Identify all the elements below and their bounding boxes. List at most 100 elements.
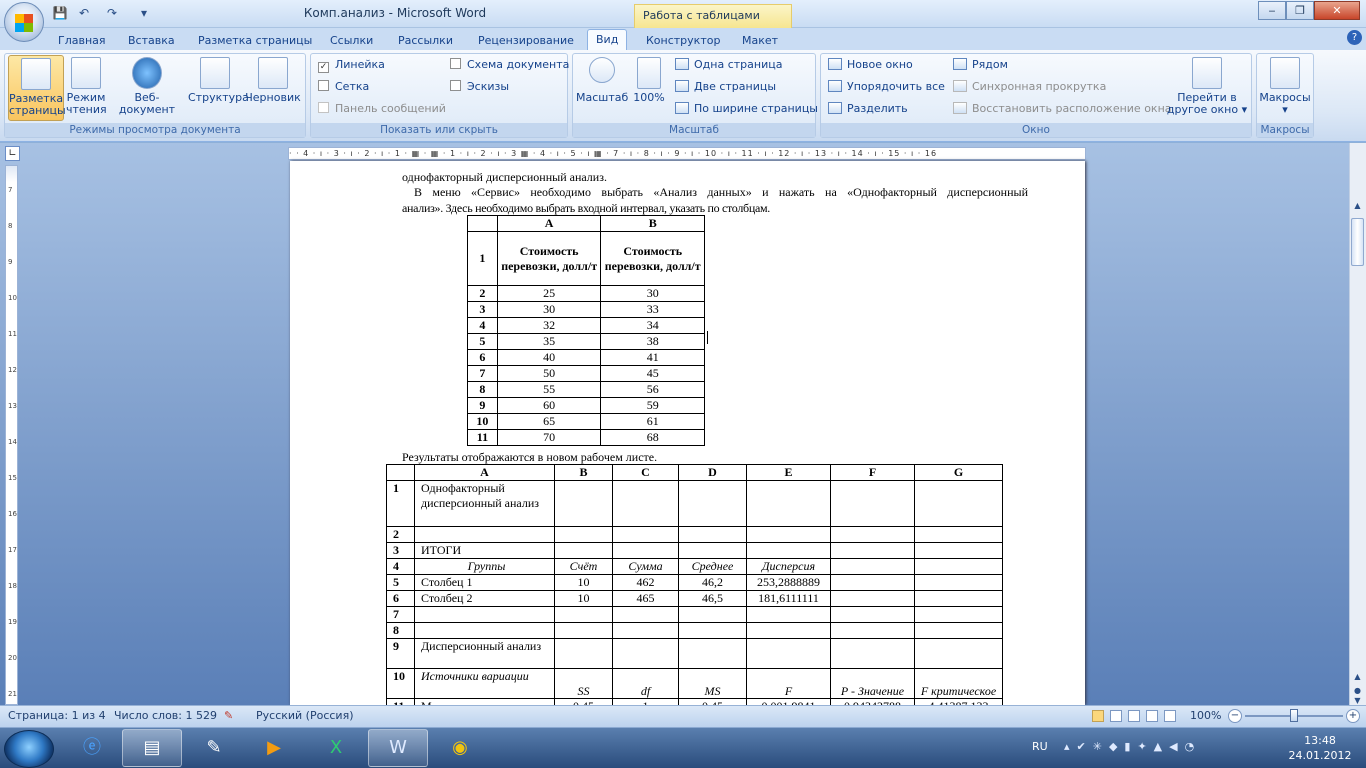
- row-number[interactable]: 4: [467, 317, 498, 334]
- table-cell[interactable]: [914, 526, 1003, 543]
- table-cell[interactable]: 32: [496, 317, 602, 334]
- column-letter[interactable]: B: [600, 215, 705, 232]
- table-cell[interactable]: 462: [612, 574, 679, 591]
- table-cell[interactable]: [414, 606, 555, 623]
- document-page[interactable]: однофакторный дисперсионный анализ. В ме…: [290, 161, 1085, 715]
- column-letter[interactable]: A: [496, 215, 602, 232]
- excel-icon[interactable]: X: [306, 729, 366, 767]
- tab-references[interactable]: Ссылки: [322, 31, 381, 50]
- table-cell[interactable]: 30: [496, 301, 602, 318]
- zoom-button[interactable]: Масштаб: [576, 57, 628, 121]
- table-cell[interactable]: 253,2888889: [746, 574, 831, 591]
- prev-page-icon[interactable]: ▲: [1351, 672, 1364, 684]
- row-number[interactable]: 8: [386, 622, 415, 639]
- table-cell[interactable]: [830, 590, 915, 607]
- table-cell[interactable]: 38: [600, 333, 705, 350]
- table-cell[interactable]: [678, 526, 747, 543]
- print-layout-button[interactable]: Разметка страницы: [8, 55, 66, 121]
- ruler-checkbox[interactable]: ✓ Линейка: [318, 56, 385, 74]
- close-button[interactable]: ✕: [1314, 1, 1360, 20]
- internet-explorer-icon[interactable]: ⓔ: [62, 729, 122, 767]
- table-cell[interactable]: df: [612, 668, 679, 699]
- tray-icons[interactable]: ▴✔✳◆▮✦▲◀◔: [1064, 740, 1264, 754]
- table-cell[interactable]: 40: [496, 349, 602, 366]
- table-cell[interactable]: SS: [554, 668, 613, 699]
- paint-icon[interactable]: ✎: [184, 729, 244, 767]
- zoom-slider-handle[interactable]: [1290, 709, 1298, 722]
- table-cell[interactable]: 68: [600, 429, 705, 446]
- help-icon[interactable]: ?: [1347, 30, 1362, 45]
- row-number[interactable]: 11: [467, 429, 498, 446]
- table-cell[interactable]: [554, 480, 613, 527]
- web-view-icon[interactable]: [1128, 710, 1140, 722]
- table-cell[interactable]: [678, 606, 747, 623]
- page-count[interactable]: Страница: 1 из 4: [8, 705, 106, 727]
- table-cell[interactable]: 35: [496, 333, 602, 350]
- word-taskbar-button[interactable]: W: [368, 729, 428, 767]
- table-cell[interactable]: Столбец 2: [414, 590, 555, 607]
- table-cell[interactable]: 34: [600, 317, 705, 334]
- column-letter[interactable]: F: [830, 464, 915, 481]
- table-cell[interactable]: 61: [600, 413, 705, 430]
- row-number[interactable]: 6: [386, 590, 415, 607]
- horizontal-ruler[interactable]: · · 4 · ı · 3 · ı · 2 · ı · 1 · ▦ · ▦ · …: [288, 147, 1086, 160]
- table-cell[interactable]: [467, 215, 498, 232]
- macros-button[interactable]: Макросы ▾: [1258, 57, 1312, 121]
- table-cell[interactable]: 46,5: [678, 590, 747, 607]
- table-cell[interactable]: [678, 542, 747, 559]
- tab-insert[interactable]: Вставка: [120, 31, 183, 50]
- zoom-level[interactable]: 100%: [1190, 705, 1221, 727]
- table-cell[interactable]: [414, 526, 555, 543]
- scroll-up-arrow-icon[interactable]: ▲: [1351, 201, 1364, 215]
- zoom-out-button[interactable]: −: [1228, 709, 1242, 723]
- table-cell[interactable]: 55: [496, 381, 602, 398]
- table-cell[interactable]: 10: [554, 574, 613, 591]
- split-button[interactable]: Разделить: [828, 100, 908, 118]
- table-cell[interactable]: [746, 526, 831, 543]
- table-cell[interactable]: 30: [600, 285, 705, 302]
- freight-cost-table[interactable]: A B 1 Стоимость перевозки, долл/т Стоимость …: [467, 215, 705, 446]
- table-cell[interactable]: [830, 558, 915, 575]
- tab-selector[interactable]: ∟: [5, 146, 20, 161]
- table-cell[interactable]: [414, 622, 555, 639]
- outline-view-icon[interactable]: [1146, 710, 1158, 722]
- language-indicator[interactable]: Русский (Россия): [256, 705, 354, 727]
- table-cell[interactable]: 33: [600, 301, 705, 318]
- row-number[interactable]: 7: [386, 606, 415, 623]
- table-cell[interactable]: [554, 622, 613, 639]
- column-header[interactable]: Стоимость перевозки, долл/т: [600, 231, 705, 286]
- table-cell[interactable]: [914, 606, 1003, 623]
- column-letter[interactable]: E: [746, 464, 831, 481]
- print-layout-view-icon[interactable]: [1092, 710, 1104, 722]
- table-cell[interactable]: 70: [496, 429, 602, 446]
- table-cell[interactable]: Дисперсионный анализ: [414, 638, 555, 669]
- row-number[interactable]: 6: [467, 349, 498, 366]
- table-cell[interactable]: [914, 622, 1003, 639]
- tab-home[interactable]: Главная: [50, 31, 114, 50]
- row-number[interactable]: 3: [467, 301, 498, 318]
- two-pages-button[interactable]: Две страницы: [675, 78, 776, 96]
- table-cell[interactable]: [678, 638, 747, 669]
- clock[interactable]: 13:48 24.01.2012: [1280, 733, 1360, 763]
- row-number[interactable]: 2: [467, 285, 498, 302]
- table-cell[interactable]: 46,2: [678, 574, 747, 591]
- table-cell[interactable]: [554, 606, 613, 623]
- table-cell[interactable]: 45: [600, 365, 705, 382]
- table-cell[interactable]: [746, 622, 831, 639]
- table-cell[interactable]: [612, 638, 679, 669]
- table-cell[interactable]: 465: [612, 590, 679, 607]
- table-cell[interactable]: [612, 542, 679, 559]
- row-number[interactable]: 3: [386, 542, 415, 559]
- full-screen-reading-button[interactable]: Режим чтения: [66, 57, 107, 121]
- table-cell[interactable]: [554, 542, 613, 559]
- column-header[interactable]: Стоимость перевозки, долл/т: [496, 231, 602, 286]
- row-number[interactable]: 9: [467, 397, 498, 414]
- table-cell[interactable]: 10: [554, 590, 613, 607]
- keyboard-language[interactable]: RU: [1032, 740, 1048, 753]
- table-cell[interactable]: Столбец 1: [414, 574, 555, 591]
- tab-view[interactable]: Вид: [587, 29, 628, 51]
- draft-view-icon[interactable]: [1164, 710, 1176, 722]
- table-cell[interactable]: Дисперсия: [746, 558, 831, 575]
- table-cell[interactable]: [914, 574, 1003, 591]
- side-by-side-button[interactable]: Рядом: [953, 56, 1008, 74]
